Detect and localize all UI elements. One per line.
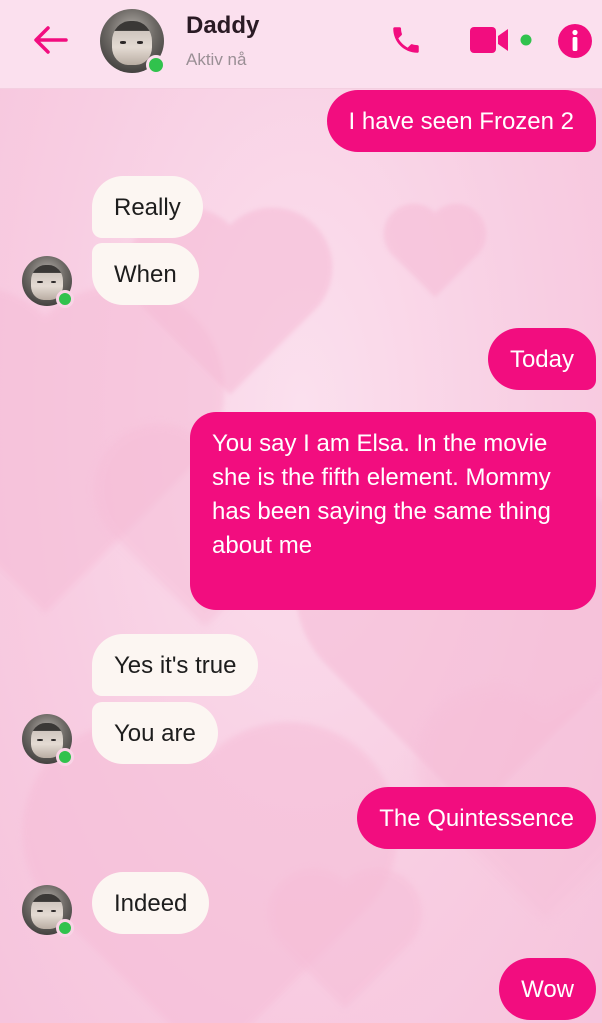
outgoing-message[interactable]: I have seen Frozen 2	[326, 90, 596, 152]
back-button[interactable]	[30, 22, 70, 58]
incoming-message[interactable]: Really	[92, 176, 203, 238]
video-call-button[interactable]	[468, 24, 536, 56]
sender-avatar[interactable]	[22, 885, 74, 937]
heart-decoration	[281, 881, 409, 1009]
incoming-message[interactable]: When	[92, 243, 199, 305]
incoming-message[interactable]: You are	[92, 702, 218, 764]
incoming-message[interactable]: Yes it's true	[92, 634, 259, 696]
outgoing-message[interactable]: You say I am Elsa. In the movie she is t…	[190, 412, 596, 610]
online-indicator	[56, 290, 74, 308]
sender-avatar[interactable]	[22, 714, 74, 766]
incoming-message[interactable]: Indeed	[92, 872, 210, 934]
conversation-header: Daddy Aktiv nå	[0, 0, 602, 89]
online-indicator	[56, 919, 74, 937]
outgoing-message[interactable]: Today	[487, 328, 596, 390]
active-status: Aktiv nå	[186, 50, 247, 69]
info-button[interactable]	[556, 22, 594, 60]
contact-avatar[interactable]	[100, 9, 166, 75]
online-indicator	[146, 55, 166, 75]
video-camera-icon	[470, 27, 532, 53]
arrow-left-icon	[34, 26, 68, 54]
outgoing-message[interactable]: The Quintessence	[357, 787, 596, 849]
info-icon	[558, 24, 592, 58]
phone-icon	[393, 27, 419, 53]
contact-name[interactable]: Daddy	[186, 12, 259, 40]
outgoing-message[interactable]: Wow	[499, 958, 596, 1020]
call-button[interactable]	[388, 22, 424, 58]
online-indicator	[56, 748, 74, 766]
heart-decoration	[392, 212, 478, 298]
sender-avatar[interactable]	[22, 256, 74, 308]
